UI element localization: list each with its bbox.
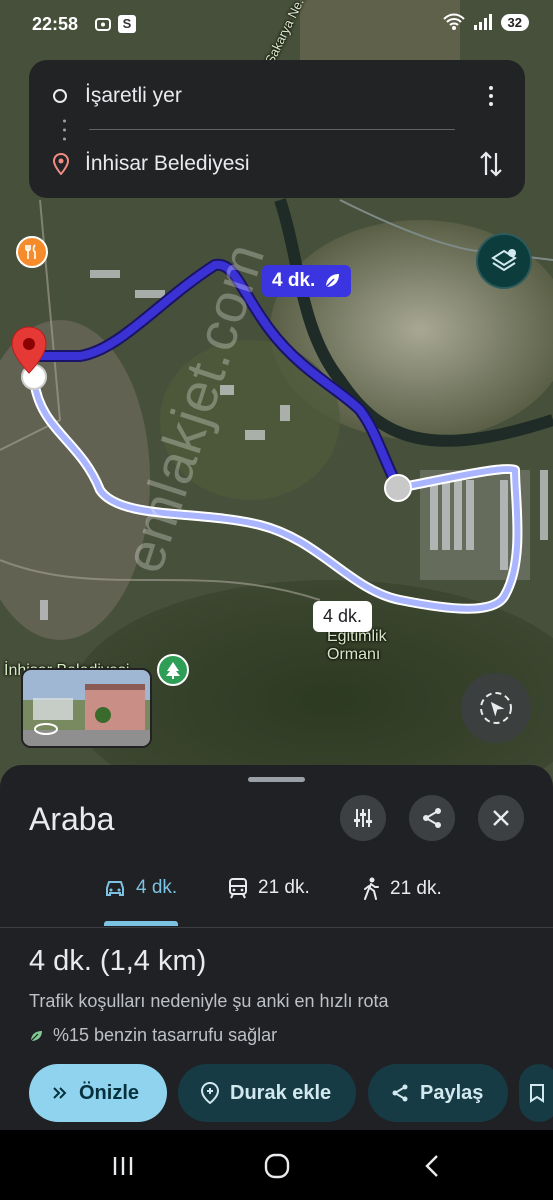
signal-icon <box>473 14 492 30</box>
active-tab-indicator <box>104 921 178 926</box>
alt-route-label[interactable]: 4 dk. <box>313 601 373 632</box>
app-notification-icon: S <box>118 15 136 33</box>
eco-note-text: %15 benzin tasarrufu sağlar <box>53 1025 278 1045</box>
back-icon <box>425 1155 438 1177</box>
forest-label-3: Ormanı <box>327 646 381 663</box>
destination-pin-outline-icon <box>53 153 69 175</box>
bottom-sheet: Araba 4 dk. 21 dk. 21 dk. 4 dk. (1,4 km)… <box>0 765 553 1130</box>
tab-driving-label: 4 dk. <box>136 877 178 898</box>
bookmark-icon <box>530 1084 544 1103</box>
alarm-icon <box>95 18 111 31</box>
park-icon[interactable] <box>157 654 189 686</box>
share-button[interactable] <box>409 795 455 841</box>
tab-walking[interactable]: 21 dk. <box>362 877 442 901</box>
walk-icon <box>364 877 379 900</box>
eco-leaf-icon <box>325 274 340 288</box>
travel-mode-tabs: 4 dk. 21 dk. 21 dk. <box>0 865 553 928</box>
route-summary: 4 dk. (1,4 km) <box>29 945 207 977</box>
recent-apps-button[interactable] <box>103 1150 143 1182</box>
swap-icon[interactable] <box>479 149 503 179</box>
battery-indicator: 32 <box>500 13 529 31</box>
status-time: 22:58 <box>32 14 79 34</box>
primary-route-time: 4 dk. <box>272 270 316 291</box>
home-button[interactable] <box>257 1150 297 1182</box>
destination-field[interactable]: İnhisar Belediyesi <box>85 152 479 176</box>
share-icon <box>423 808 441 828</box>
tab-driving[interactable]: 4 dk. <box>104 877 177 899</box>
home-icon <box>264 1153 290 1179</box>
leaf-icon <box>30 1030 42 1041</box>
sheet-title: Araba <box>29 801 115 837</box>
route-reason: Trafik koşulları nedeniyle şu anki en hı… <box>29 991 389 1011</box>
recents-icon <box>113 1157 133 1175</box>
tab-transit[interactable]: 21 dk. <box>228 877 310 899</box>
origin-circle-icon <box>53 89 67 103</box>
destination-pin-icon[interactable] <box>10 325 48 375</box>
add-stop-label: Durak ekle <box>230 1081 332 1104</box>
tab-transit-label: 21 dk. <box>258 877 310 898</box>
more-options-button[interactable] <box>479 82 503 110</box>
share-route-label: Paylaş <box>420 1081 484 1104</box>
close-button[interactable] <box>478 795 524 841</box>
compass-icon <box>480 692 512 724</box>
directions-card: İşaretli yer İnhisar Belediyesi <box>29 60 525 198</box>
eco-note: %15 benzin tasarrufu sağlar <box>29 1025 277 1046</box>
divider <box>89 129 455 130</box>
back-button[interactable] <box>412 1150 452 1182</box>
wifi-icon <box>442 13 465 30</box>
layers-button[interactable] <box>476 233 532 289</box>
sheet-drag-handle[interactable] <box>248 777 305 782</box>
preview-button[interactable]: Önizle <box>29 1064 167 1122</box>
share-icon <box>392 1084 408 1102</box>
action-buttons: Önizle Durak ekle Paylaş <box>29 1064 553 1122</box>
status-bar: 22:58 S 32 <box>0 0 553 50</box>
save-route-button[interactable] <box>519 1064 553 1122</box>
car-icon <box>106 881 124 896</box>
system-nav-bar <box>0 1130 553 1200</box>
add-location-icon <box>200 1081 220 1105</box>
tune-icon <box>354 809 372 827</box>
close-icon <box>493 810 509 826</box>
360-view-icon <box>34 723 58 735</box>
primary-route-label[interactable]: 4 dk. <box>262 265 352 297</box>
add-stop-button[interactable]: Durak ekle <box>178 1064 356 1122</box>
alt-route-time: 4 dk. <box>323 606 363 626</box>
origin-field[interactable]: İşaretli yer <box>85 84 479 108</box>
recenter-button[interactable] <box>461 673 531 743</box>
route-options-button[interactable] <box>340 795 386 841</box>
street-view-thumbnail[interactable] <box>21 668 152 748</box>
tab-walking-label: 21 dk. <box>390 878 442 899</box>
route-dots-icon <box>63 119 66 141</box>
double-chevron-icon <box>53 1087 67 1099</box>
restaurant-icon[interactable] <box>16 236 48 268</box>
share-route-button[interactable]: Paylaş <box>368 1064 508 1122</box>
transit-icon <box>229 878 247 899</box>
preview-label: Önizle <box>79 1081 140 1104</box>
layers-icon <box>491 249 517 272</box>
